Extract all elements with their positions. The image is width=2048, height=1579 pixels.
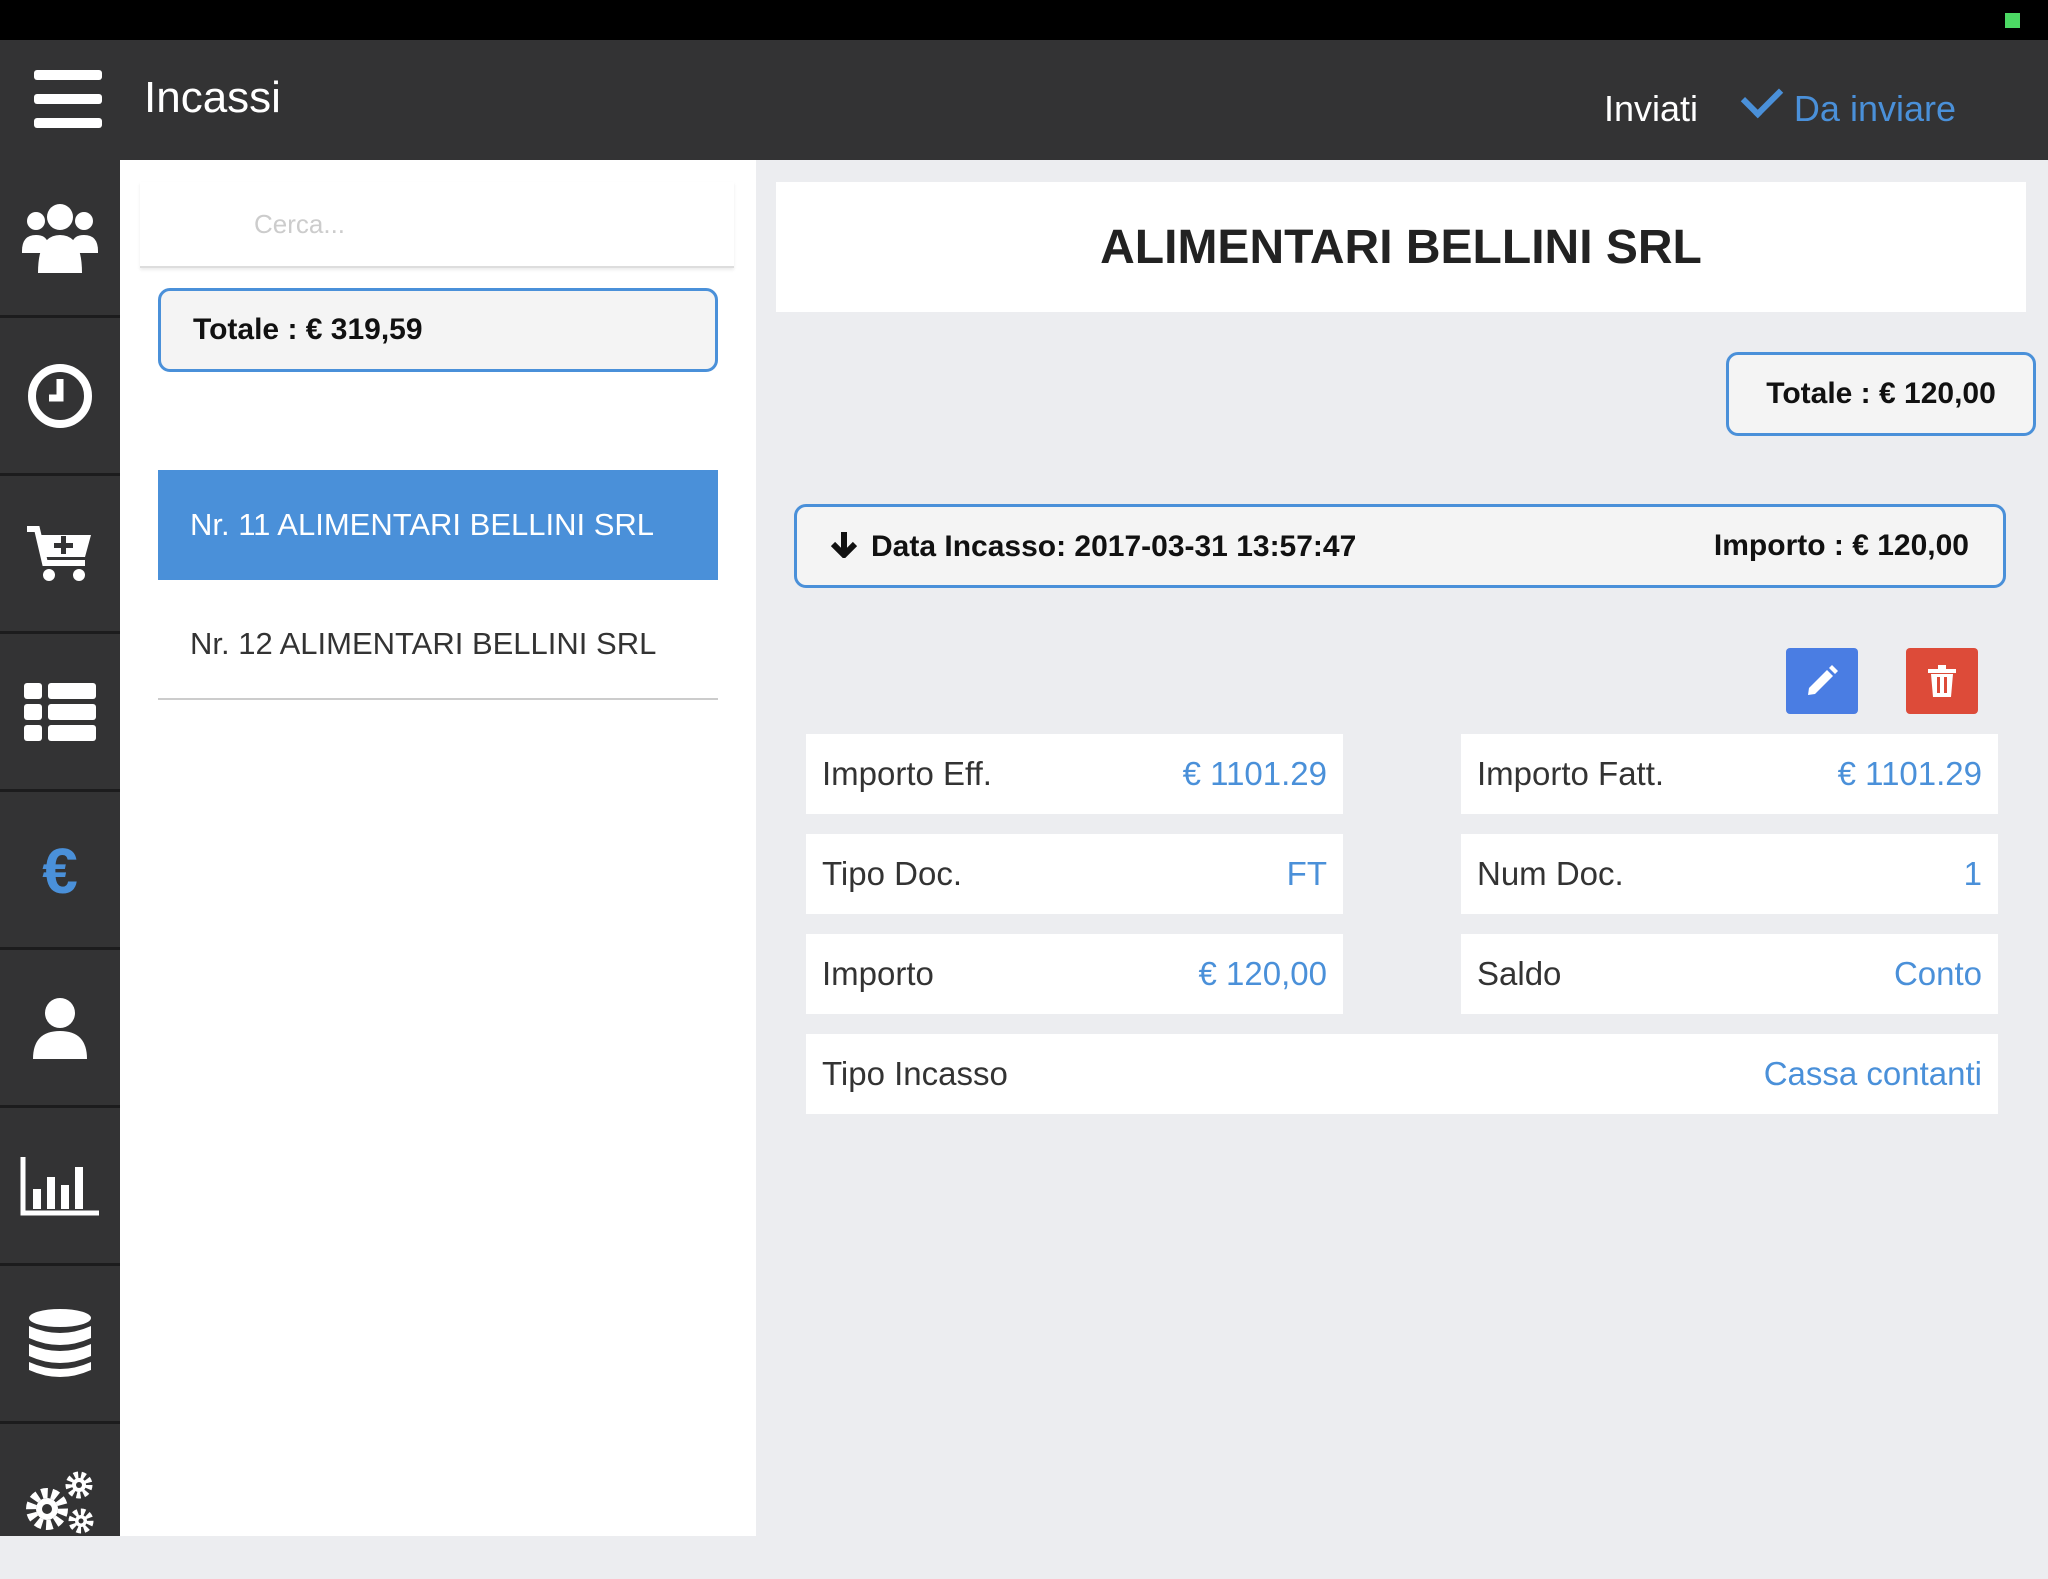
euro-icon: € xyxy=(42,839,78,901)
sidebar-item-catalog[interactable] xyxy=(0,634,120,792)
incasso-header-row[interactable]: Data Incasso: 2017-03-31 13:57:47 Import… xyxy=(794,504,2006,588)
incassi-list-panel: Totale : € 319,59 Nr. 11 ALIMENTARI BELL… xyxy=(120,160,756,1536)
hamburger-menu-icon[interactable] xyxy=(34,70,102,128)
field-value: FT xyxy=(1286,855,1327,892)
field-label: Importo xyxy=(822,955,934,992)
field-value: € 1101.29 xyxy=(1837,755,1982,792)
sidebar-item-new-order[interactable] xyxy=(0,476,120,634)
sidebar-item-database[interactable] xyxy=(0,1266,120,1424)
delete-button[interactable] xyxy=(1906,648,1978,714)
sidebar-item-history[interactable] xyxy=(0,318,120,476)
field-value: Cassa contanti xyxy=(1763,1055,1982,1092)
sidebar-item-settings[interactable] xyxy=(0,1424,120,1579)
client-name-heading: ALIMENTARI BELLINI SRL xyxy=(776,182,2026,312)
sidebar-item-incassi[interactable]: € xyxy=(0,792,120,950)
edit-button[interactable] xyxy=(1786,648,1858,714)
field-value: 1 xyxy=(1963,855,1982,892)
detail-total-badge: Totale : € 120,00 xyxy=(1726,352,2036,436)
field-value: € 1101.29 xyxy=(1182,755,1327,792)
users-icon xyxy=(22,203,98,273)
field-saldo: Saldo Conto xyxy=(1461,934,1998,1014)
app-header: Incassi Inviati Da inviare xyxy=(0,40,2048,160)
trash-icon xyxy=(1928,665,1956,697)
list-item[interactable]: Nr. 12 ALIMENTARI BELLINI SRL xyxy=(158,590,718,700)
tab-da-inviare-label: Da inviare xyxy=(1793,88,1956,129)
bar-chart-icon xyxy=(20,1156,99,1215)
user-icon xyxy=(33,997,87,1059)
field-importo-eff: Importo Eff. € 1101.29 xyxy=(806,734,1343,814)
cart-plus-icon xyxy=(27,525,91,581)
checkmark-icon xyxy=(1740,75,1784,119)
clock-icon xyxy=(28,363,92,428)
battery-indicator xyxy=(2005,13,2020,28)
page-title: Incassi xyxy=(144,73,281,122)
search-input[interactable] xyxy=(140,182,734,268)
pencil-icon xyxy=(1808,665,1838,695)
svg-text:€: € xyxy=(42,839,78,901)
list-total-badge: Totale : € 319,59 xyxy=(158,288,718,372)
field-importo: Importo € 120,00 xyxy=(806,934,1343,1014)
incasso-date-text: Data Incasso: 2017-03-31 13:57:47 xyxy=(871,530,1357,563)
field-label: Importo Fatt. xyxy=(1477,755,1665,792)
field-value: € 120,00 xyxy=(1198,955,1327,992)
arrow-down-icon xyxy=(831,532,857,558)
status-bar xyxy=(0,0,2048,40)
field-label: Num Doc. xyxy=(1477,855,1624,892)
sidebar-item-profile[interactable] xyxy=(0,950,120,1108)
sidebar-item-statistics[interactable] xyxy=(0,1108,120,1266)
incasso-detail-panel: ALIMENTARI BELLINI SRL Totale : € 120,00… xyxy=(756,160,2048,1536)
field-importo-fatt: Importo Fatt. € 1101.29 xyxy=(1461,734,1998,814)
field-tipo-incasso: Tipo Incasso Cassa contanti xyxy=(806,1034,1998,1114)
field-label: Tipo Doc. xyxy=(822,855,962,892)
tab-da-inviare[interactable]: Da inviare xyxy=(1740,75,1956,133)
list-icon xyxy=(24,682,96,741)
field-tipo-doc: Tipo Doc. FT xyxy=(806,834,1343,914)
field-label: Importo Eff. xyxy=(822,755,992,792)
tab-inviati[interactable]: Inviati xyxy=(1604,85,1698,133)
field-label: Saldo xyxy=(1477,955,1562,992)
list-item[interactable]: Nr. 11 ALIMENTARI BELLINI SRL xyxy=(158,470,718,580)
sidebar: € xyxy=(0,160,120,1536)
field-num-doc: Num Doc. 1 xyxy=(1461,834,1998,914)
gears-icon xyxy=(26,1471,94,1533)
incasso-amount: Importo : € 120,00 xyxy=(1713,529,1969,562)
incasso-date: Data Incasso: 2017-03-31 13:57:47 xyxy=(831,528,1356,564)
sidebar-item-clients[interactable] xyxy=(0,160,120,318)
field-value: Conto xyxy=(1893,955,1982,992)
field-label: Tipo Incasso xyxy=(822,1055,1008,1092)
database-icon xyxy=(29,1308,91,1377)
